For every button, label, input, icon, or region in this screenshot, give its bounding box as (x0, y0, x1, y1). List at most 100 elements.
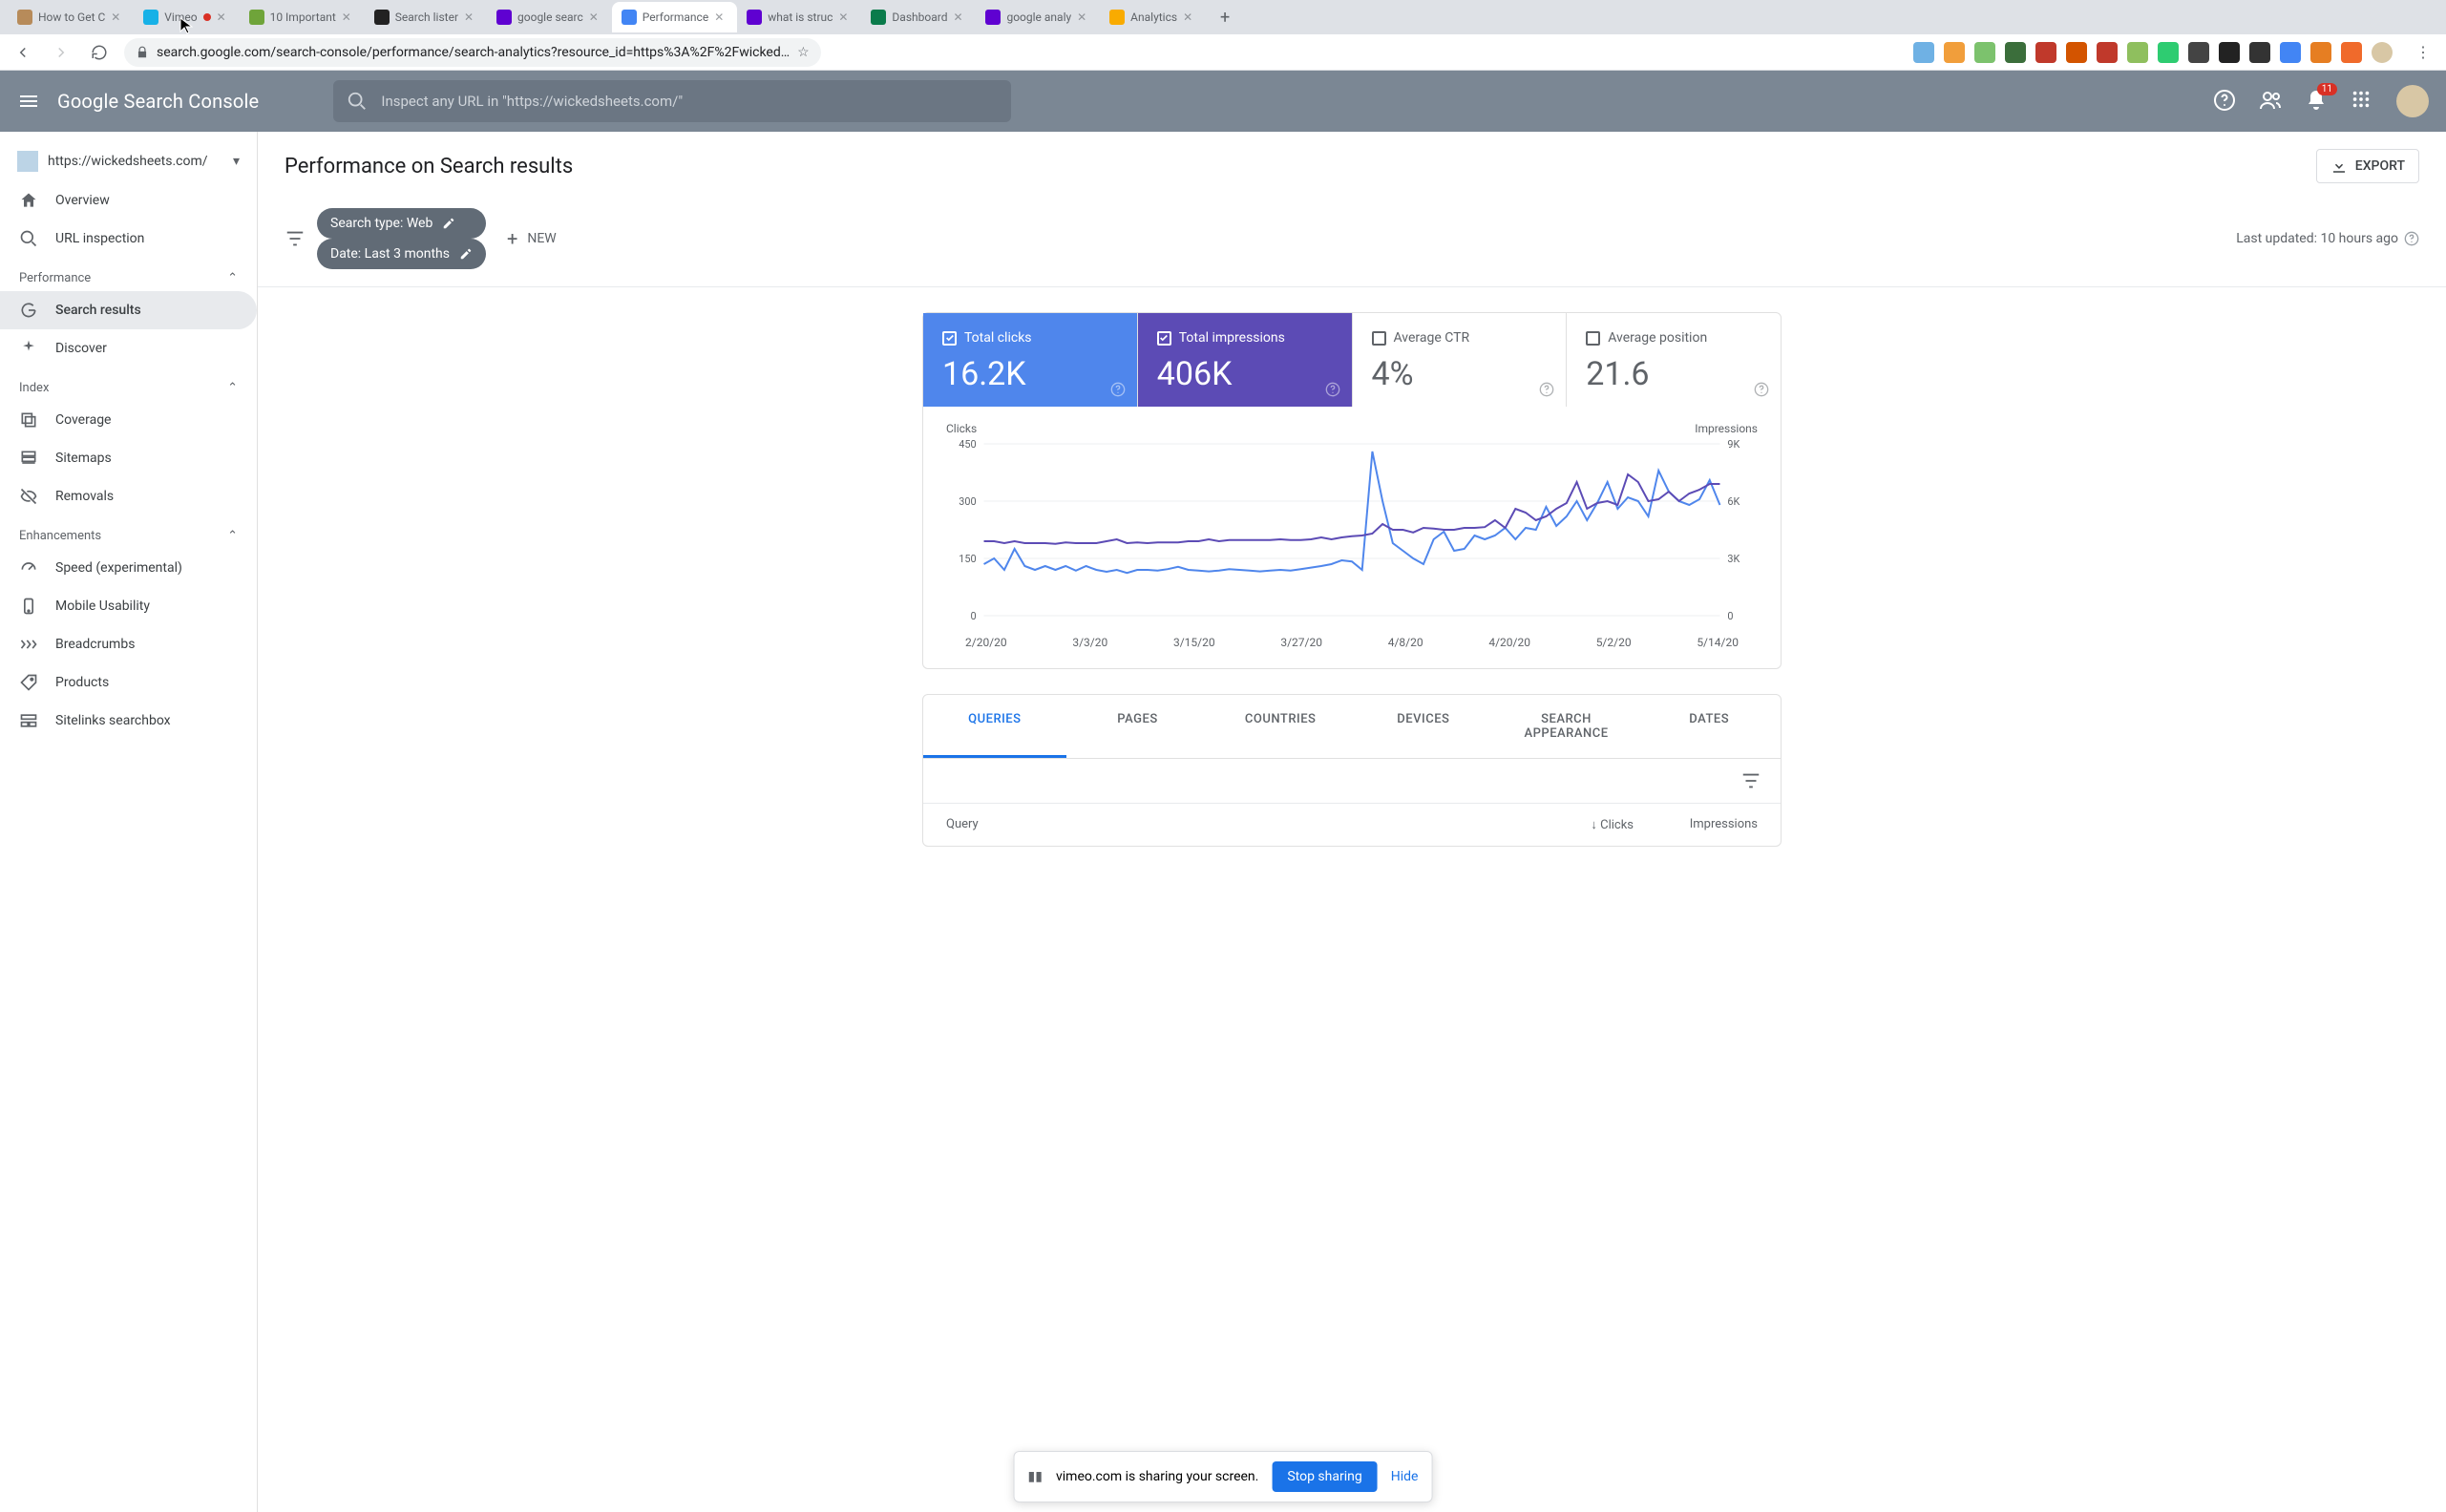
table-filter-icon[interactable] (1740, 770, 1761, 791)
table-tab-pages[interactable]: PAGES (1066, 695, 1210, 758)
sidebar-item-overview[interactable]: Overview (0, 181, 257, 220)
forward-button[interactable] (48, 39, 74, 66)
extension-icon[interactable] (2280, 42, 2301, 63)
reload-button[interactable] (86, 39, 113, 66)
users-icon[interactable] (2259, 89, 2284, 114)
browser-tab[interactable]: google analy ✕ (976, 2, 1100, 32)
browser-tab[interactable]: Dashboard ✕ (861, 2, 976, 32)
close-tab-icon[interactable]: ✕ (464, 10, 477, 24)
extension-icon[interactable] (2097, 42, 2118, 63)
table-tab-dates[interactable]: DATES (1637, 695, 1781, 758)
sidebar-item-mobile-usability[interactable]: Mobile Usability (0, 587, 257, 625)
extension-icon[interactable] (2066, 42, 2087, 63)
notifications-icon[interactable]: 11 (2305, 89, 2330, 114)
help-icon[interactable] (1110, 382, 1126, 397)
back-button[interactable] (10, 39, 36, 66)
metric-average-position[interactable]: Average position 21.6 (1567, 313, 1781, 407)
table-tab-search-appearance[interactable]: SEARCH APPEARANCE (1495, 695, 1638, 758)
address-bar[interactable]: search.google.com/search-console/perform… (124, 38, 821, 67)
extension-icon[interactable] (2035, 42, 2056, 63)
extension-icon[interactable] (1913, 42, 1934, 63)
tag-icon (19, 673, 38, 692)
browser-tab[interactable]: Analytics ✕ (1100, 2, 1206, 32)
table-tab-countries[interactable]: COUNTRIES (1209, 695, 1352, 758)
close-tab-icon[interactable]: ✕ (1183, 10, 1196, 24)
col-clicks[interactable]: ↓ Clicks (1509, 817, 1634, 832)
sidebar-item-search-results[interactable]: Search results (0, 291, 257, 329)
url-inspection-search[interactable]: Inspect any URL in "https://wickedsheets… (333, 80, 1011, 122)
browser-tab[interactable]: 10 Important ✕ (240, 2, 365, 32)
col-impressions[interactable]: Impressions (1634, 817, 1758, 832)
browser-tab[interactable]: How to Get C ✕ (8, 2, 134, 32)
metric-total-clicks[interactable]: Total clicks 16.2K (923, 313, 1138, 407)
col-query[interactable]: Query (946, 817, 1509, 832)
property-selector[interactable]: https://wickedsheets.com/ ▾ (0, 141, 257, 181)
extension-icon[interactable] (2127, 42, 2148, 63)
filter-chip[interactable]: Date: Last 3 months (317, 239, 486, 269)
browser-tab[interactable]: Search lister ✕ (365, 2, 487, 32)
new-tab-button[interactable]: + (1212, 4, 1238, 31)
extension-icon[interactable] (2372, 42, 2393, 63)
extension-icon[interactable] (2188, 42, 2209, 63)
table-tab-queries[interactable]: QUERIES (923, 695, 1066, 758)
extension-icon[interactable] (2219, 42, 2240, 63)
filter-chip[interactable]: Search type: Web (317, 208, 486, 239)
close-tab-icon[interactable]: ✕ (217, 10, 230, 24)
help-icon[interactable] (2213, 89, 2238, 114)
share-text: vimeo.com is sharing your screen. (1056, 1469, 1258, 1484)
tab-favicon (17, 10, 32, 25)
add-filter-button[interactable]: + NEW (497, 221, 566, 256)
filter-icon[interactable] (285, 228, 306, 249)
close-tab-icon[interactable]: ✕ (111, 10, 124, 24)
close-tab-icon[interactable]: ✕ (1077, 10, 1090, 24)
extension-icon[interactable] (2249, 42, 2270, 63)
sidebar-item-removals[interactable]: Removals (0, 477, 257, 515)
table-tab-devices[interactable]: DEVICES (1352, 695, 1495, 758)
extension-icon[interactable] (2310, 42, 2331, 63)
close-tab-icon[interactable]: ✕ (589, 10, 602, 24)
help-icon[interactable] (2404, 231, 2419, 246)
sidebar-section-enhancements[interactable]: Enhancements ⌃ (0, 515, 257, 549)
menu-icon[interactable] (17, 90, 40, 113)
help-icon[interactable] (1539, 382, 1554, 397)
star-icon[interactable]: ☆ (797, 45, 810, 60)
close-tab-icon[interactable]: ✕ (714, 10, 727, 24)
browser-tab[interactable]: google searc ✕ (487, 2, 612, 32)
sidebar-item-sitemaps[interactable]: Sitemaps (0, 439, 257, 477)
sidebar-item-speed-experimental-[interactable]: Speed (experimental) (0, 549, 257, 587)
product-logo[interactable]: Google Search Console (57, 90, 259, 113)
sidebar-item-sitelinks-searchbox[interactable]: Sitelinks searchbox (0, 702, 257, 740)
stop-sharing-button[interactable]: Stop sharing (1272, 1461, 1377, 1492)
close-tab-icon[interactable]: ✕ (953, 10, 966, 24)
export-button[interactable]: EXPORT (2316, 149, 2419, 183)
extension-icon[interactable] (2341, 42, 2362, 63)
sidebar-item-breadcrumbs[interactable]: Breadcrumbs (0, 625, 257, 663)
sidebar-item-coverage[interactable]: Coverage (0, 401, 257, 439)
sidebar-section-index[interactable]: Index ⌃ (0, 368, 257, 401)
extension-icon[interactable] (1974, 42, 1995, 63)
phone-icon (19, 597, 38, 616)
metric-average-ctr[interactable]: Average CTR 4% (1353, 313, 1568, 407)
extension-icon[interactable] (2158, 42, 2179, 63)
apps-icon[interactable] (2351, 89, 2375, 114)
sort-down-icon: ↓ (1591, 818, 1600, 832)
hide-share-bar-button[interactable]: Hide (1391, 1469, 1419, 1484)
extension-icon[interactable] (2005, 42, 2026, 63)
sidebar-item-products[interactable]: Products (0, 663, 257, 702)
browser-menu-button[interactable]: ⋮ (2410, 39, 2436, 66)
help-icon[interactable] (1754, 382, 1769, 397)
close-tab-icon[interactable]: ✕ (342, 10, 355, 24)
sidebar-item-discover[interactable]: Discover (0, 329, 257, 368)
extension-icon[interactable] (1944, 42, 1965, 63)
help-icon[interactable] (1325, 382, 1340, 397)
browser-tab[interactable]: Vimeo ✕ (134, 2, 239, 32)
sidebar-item-url-inspection[interactable]: URL inspection (0, 220, 257, 258)
sidebar-item-label: Sitelinks searchbox (55, 713, 171, 728)
browser-tab[interactable]: what is struc ✕ (737, 2, 861, 32)
metric-total-impressions[interactable]: Total impressions 406K (1138, 313, 1353, 407)
browser-tab[interactable]: Performance ✕ (612, 2, 737, 32)
search-icon (19, 229, 38, 248)
sidebar-section-performance[interactable]: Performance ⌃ (0, 258, 257, 291)
account-avatar[interactable] (2396, 85, 2429, 117)
close-tab-icon[interactable]: ✕ (838, 10, 852, 24)
